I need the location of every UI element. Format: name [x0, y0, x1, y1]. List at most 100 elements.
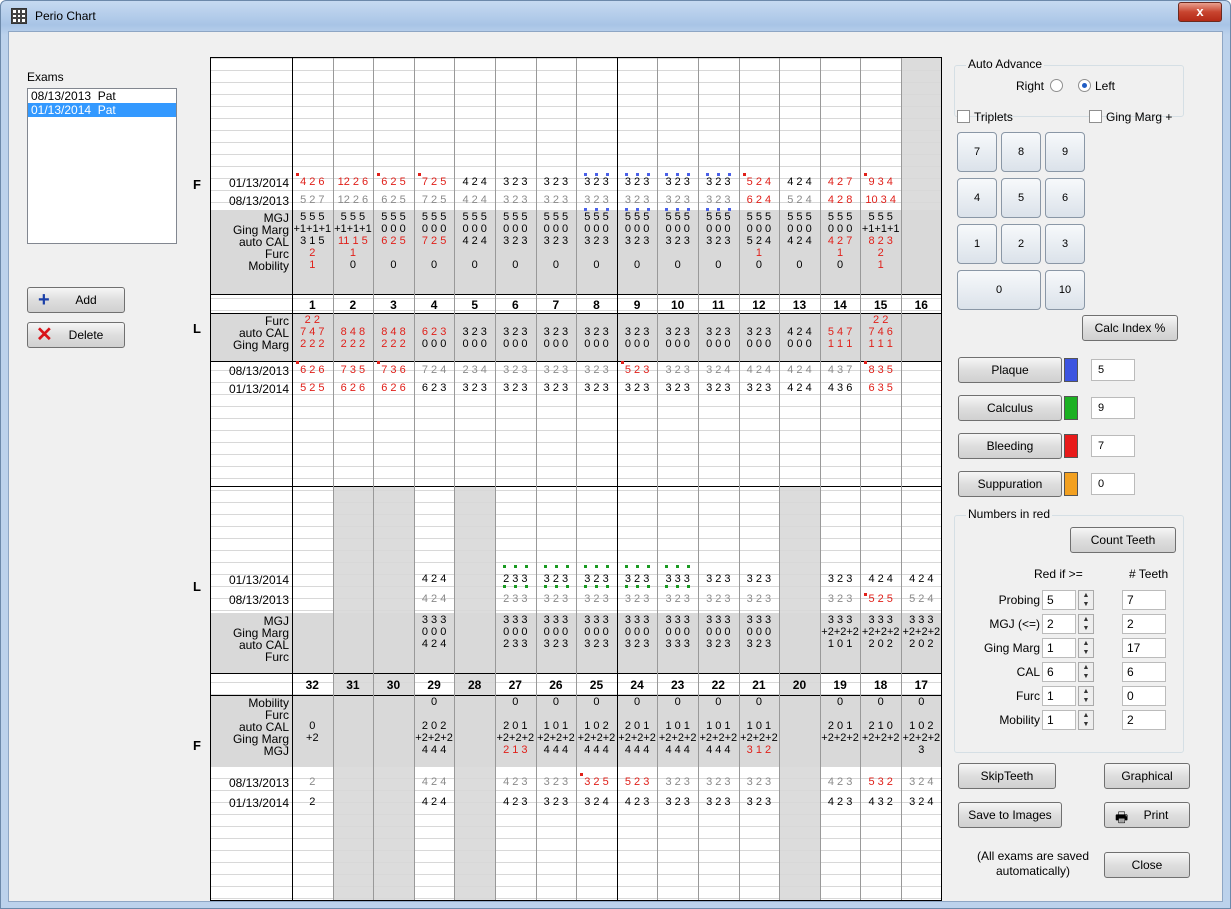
upper-lingual-cell[interactable]: 6 2 3 — [414, 382, 455, 394]
upper-facial-cell[interactable]: 5 2 7 — [292, 194, 333, 206]
upper-lingual-cell[interactable]: 2 2 2 — [292, 338, 333, 350]
upper-facial-cell[interactable]: 3 2 3 — [698, 194, 739, 206]
upper-lingual-cell[interactable]: 5 4 7 — [820, 326, 861, 338]
tooth-number[interactable]: 29 — [414, 678, 455, 692]
threshold-spinner[interactable]: ▲ ▼ — [1078, 638, 1094, 658]
upper-lingual-cell[interactable]: 8 3 5 — [860, 364, 901, 376]
tooth-number[interactable]: 24 — [617, 678, 658, 692]
keypad-3[interactable]: 3 — [1045, 224, 1085, 264]
lower-facial-cell[interactable]: 4 4 4 — [414, 744, 455, 756]
upper-facial-cell[interactable]: 0 — [333, 259, 374, 271]
lower-lingual-cell[interactable]: 0 0 0 — [617, 626, 658, 638]
keypad-10[interactable]: 10 — [1045, 270, 1085, 310]
graphical-button[interactable]: Graphical — [1104, 763, 1190, 789]
lower-facial-cell[interactable]: 0 — [860, 696, 901, 708]
threshold-spinner[interactable]: ▲ ▼ — [1078, 614, 1094, 634]
lower-facial-cell[interactable]: 4 2 4 — [414, 796, 455, 808]
bleeding-button[interactable]: Bleeding — [958, 433, 1062, 459]
upper-lingual-cell[interactable]: 3 2 3 — [454, 382, 495, 394]
lower-facial-cell[interactable]: +2+2+2 — [657, 732, 698, 744]
lower-lingual-cell[interactable]: 4 2 4 — [414, 573, 455, 585]
upper-facial-cell[interactable]: 12 2 6 — [333, 176, 374, 188]
tooth-number[interactable]: 15 — [860, 298, 901, 312]
upper-facial-cell[interactable]: 1 — [333, 247, 374, 259]
exam-item-selected[interactable]: 01/13/2014 Pat — [28, 103, 176, 117]
lower-facial-cell[interactable]: 4 4 4 — [698, 744, 739, 756]
lower-lingual-cell[interactable]: 3 3 3 — [414, 614, 455, 626]
upper-facial-cell[interactable]: 3 2 3 — [698, 235, 739, 247]
red-threshold-input[interactable]: 1 — [1042, 638, 1076, 658]
upper-facial-cell[interactable]: 5 5 5 — [576, 211, 617, 223]
upper-lingual-cell[interactable]: 3 2 3 — [454, 326, 495, 338]
lower-facial-cell[interactable]: 2 0 1 — [617, 720, 658, 732]
lower-facial-cell[interactable]: 1 0 1 — [698, 720, 739, 732]
upper-facial-cell[interactable]: 3 2 3 — [495, 235, 536, 247]
upper-lingual-cell[interactable]: 3 2 3 — [657, 382, 698, 394]
lower-lingual-cell[interactable]: 3 2 3 — [536, 638, 577, 650]
upper-facial-cell[interactable]: 10 3 4 — [860, 194, 901, 206]
upper-lingual-cell[interactable]: 1 1 1 — [820, 338, 861, 350]
lower-facial-cell[interactable]: +2+2+2 — [576, 732, 617, 744]
upper-lingual-cell[interactable]: 4 2 4 — [739, 364, 780, 376]
upper-lingual-cell[interactable]: 3 2 3 — [698, 382, 739, 394]
threshold-spinner[interactable]: ▲ ▼ — [1078, 662, 1094, 682]
lower-facial-cell[interactable]: 1 0 1 — [657, 720, 698, 732]
tooth-number[interactable]: 17 — [901, 678, 941, 692]
upper-lingual-cell[interactable]: 6 2 6 — [373, 382, 414, 394]
upper-facial-cell[interactable]: 8 2 3 — [860, 235, 901, 247]
upper-facial-cell[interactable]: 0 — [536, 259, 577, 271]
red-threshold-input[interactable]: 1 — [1042, 686, 1076, 706]
lower-facial-cell[interactable]: 1 0 1 — [739, 720, 780, 732]
upper-facial-cell[interactable]: 5 5 5 — [820, 211, 861, 223]
lower-lingual-cell[interactable]: 3 3 3 — [901, 614, 941, 626]
upper-facial-cell[interactable]: 3 2 3 — [698, 176, 739, 188]
upper-facial-cell[interactable]: 6 2 5 — [373, 176, 414, 188]
upper-facial-cell[interactable]: 3 2 3 — [617, 176, 658, 188]
lower-lingual-cell[interactable]: 3 2 3 — [536, 573, 577, 585]
lower-facial-cell[interactable]: 0 — [820, 696, 861, 708]
upper-facial-cell[interactable]: 3 2 3 — [536, 194, 577, 206]
upper-lingual-cell[interactable]: 6 2 6 — [292, 364, 333, 376]
lower-lingual-cell[interactable]: 3 3 3 — [576, 614, 617, 626]
tooth-number[interactable]: 2 — [333, 298, 374, 312]
upper-facial-cell[interactable]: 0 0 0 — [536, 223, 577, 235]
upper-lingual-cell[interactable]: 3 2 3 — [536, 326, 577, 338]
upper-lingual-cell[interactable]: 3 2 3 — [617, 326, 658, 338]
lower-lingual-cell[interactable]: 2 0 2 — [901, 638, 941, 650]
perio-chart-grid[interactable]: 01/13/2014 4 2 6 12 2 66 2 57 2 54 2 43 2 … — [210, 57, 942, 901]
lower-facial-cell[interactable]: 1 0 2 — [576, 720, 617, 732]
upper-facial-cell[interactable]: 0 — [779, 259, 820, 271]
lower-facial-cell[interactable]: 0 — [576, 696, 617, 708]
upper-facial-cell[interactable]: 1 — [820, 247, 861, 259]
tooth-number[interactable]: 10 — [657, 298, 698, 312]
tooth-number[interactable]: 31 — [333, 678, 374, 692]
upper-lingual-cell[interactable]: 0 0 0 — [576, 338, 617, 350]
upper-lingual-cell[interactable]: 4 3 7 — [820, 364, 861, 376]
upper-lingual-cell[interactable]: 0 0 0 — [536, 338, 577, 350]
upper-lingual-cell[interactable]: 0 0 0 — [779, 338, 820, 350]
lower-lingual-cell[interactable]: 3 3 3 — [657, 638, 698, 650]
lower-facial-cell[interactable]: 3 2 3 — [698, 796, 739, 808]
upper-facial-cell[interactable]: 0 — [495, 259, 536, 271]
upper-facial-cell[interactable]: 0 0 0 — [495, 223, 536, 235]
count-teeth-button[interactable]: Count Teeth — [1070, 527, 1176, 553]
lower-lingual-cell[interactable]: 2 3 3 — [495, 638, 536, 650]
lower-facial-cell[interactable]: 4 4 4 — [536, 744, 577, 756]
lower-facial-cell[interactable]: 3 2 5 — [576, 776, 617, 788]
upper-facial-cell[interactable]: 3 2 3 — [495, 194, 536, 206]
delete-exam-button[interactable]: ✕ Delete — [27, 322, 125, 348]
title-bar[interactable]: Perio Chart x — [1, 1, 1230, 31]
lower-facial-cell[interactable]: 3 2 3 — [657, 776, 698, 788]
lower-facial-cell[interactable]: 3 — [901, 744, 941, 756]
upper-facial-cell[interactable]: 3 2 3 — [657, 235, 698, 247]
lower-facial-cell[interactable]: 4 4 4 — [576, 744, 617, 756]
keypad-9[interactable]: 9 — [1045, 132, 1085, 172]
upper-facial-cell[interactable]: 3 1 5 — [292, 235, 333, 247]
left-radio[interactable] — [1078, 79, 1091, 92]
tooth-number[interactable]: 5 — [454, 298, 495, 312]
red-threshold-input[interactable]: 5 — [1042, 590, 1076, 610]
tooth-number[interactable]: 19 — [820, 678, 861, 692]
lower-facial-cell[interactable]: 0 — [739, 696, 780, 708]
lower-facial-cell[interactable]: 4 2 4 — [414, 776, 455, 788]
upper-lingual-cell[interactable]: 7 3 5 — [333, 364, 374, 376]
